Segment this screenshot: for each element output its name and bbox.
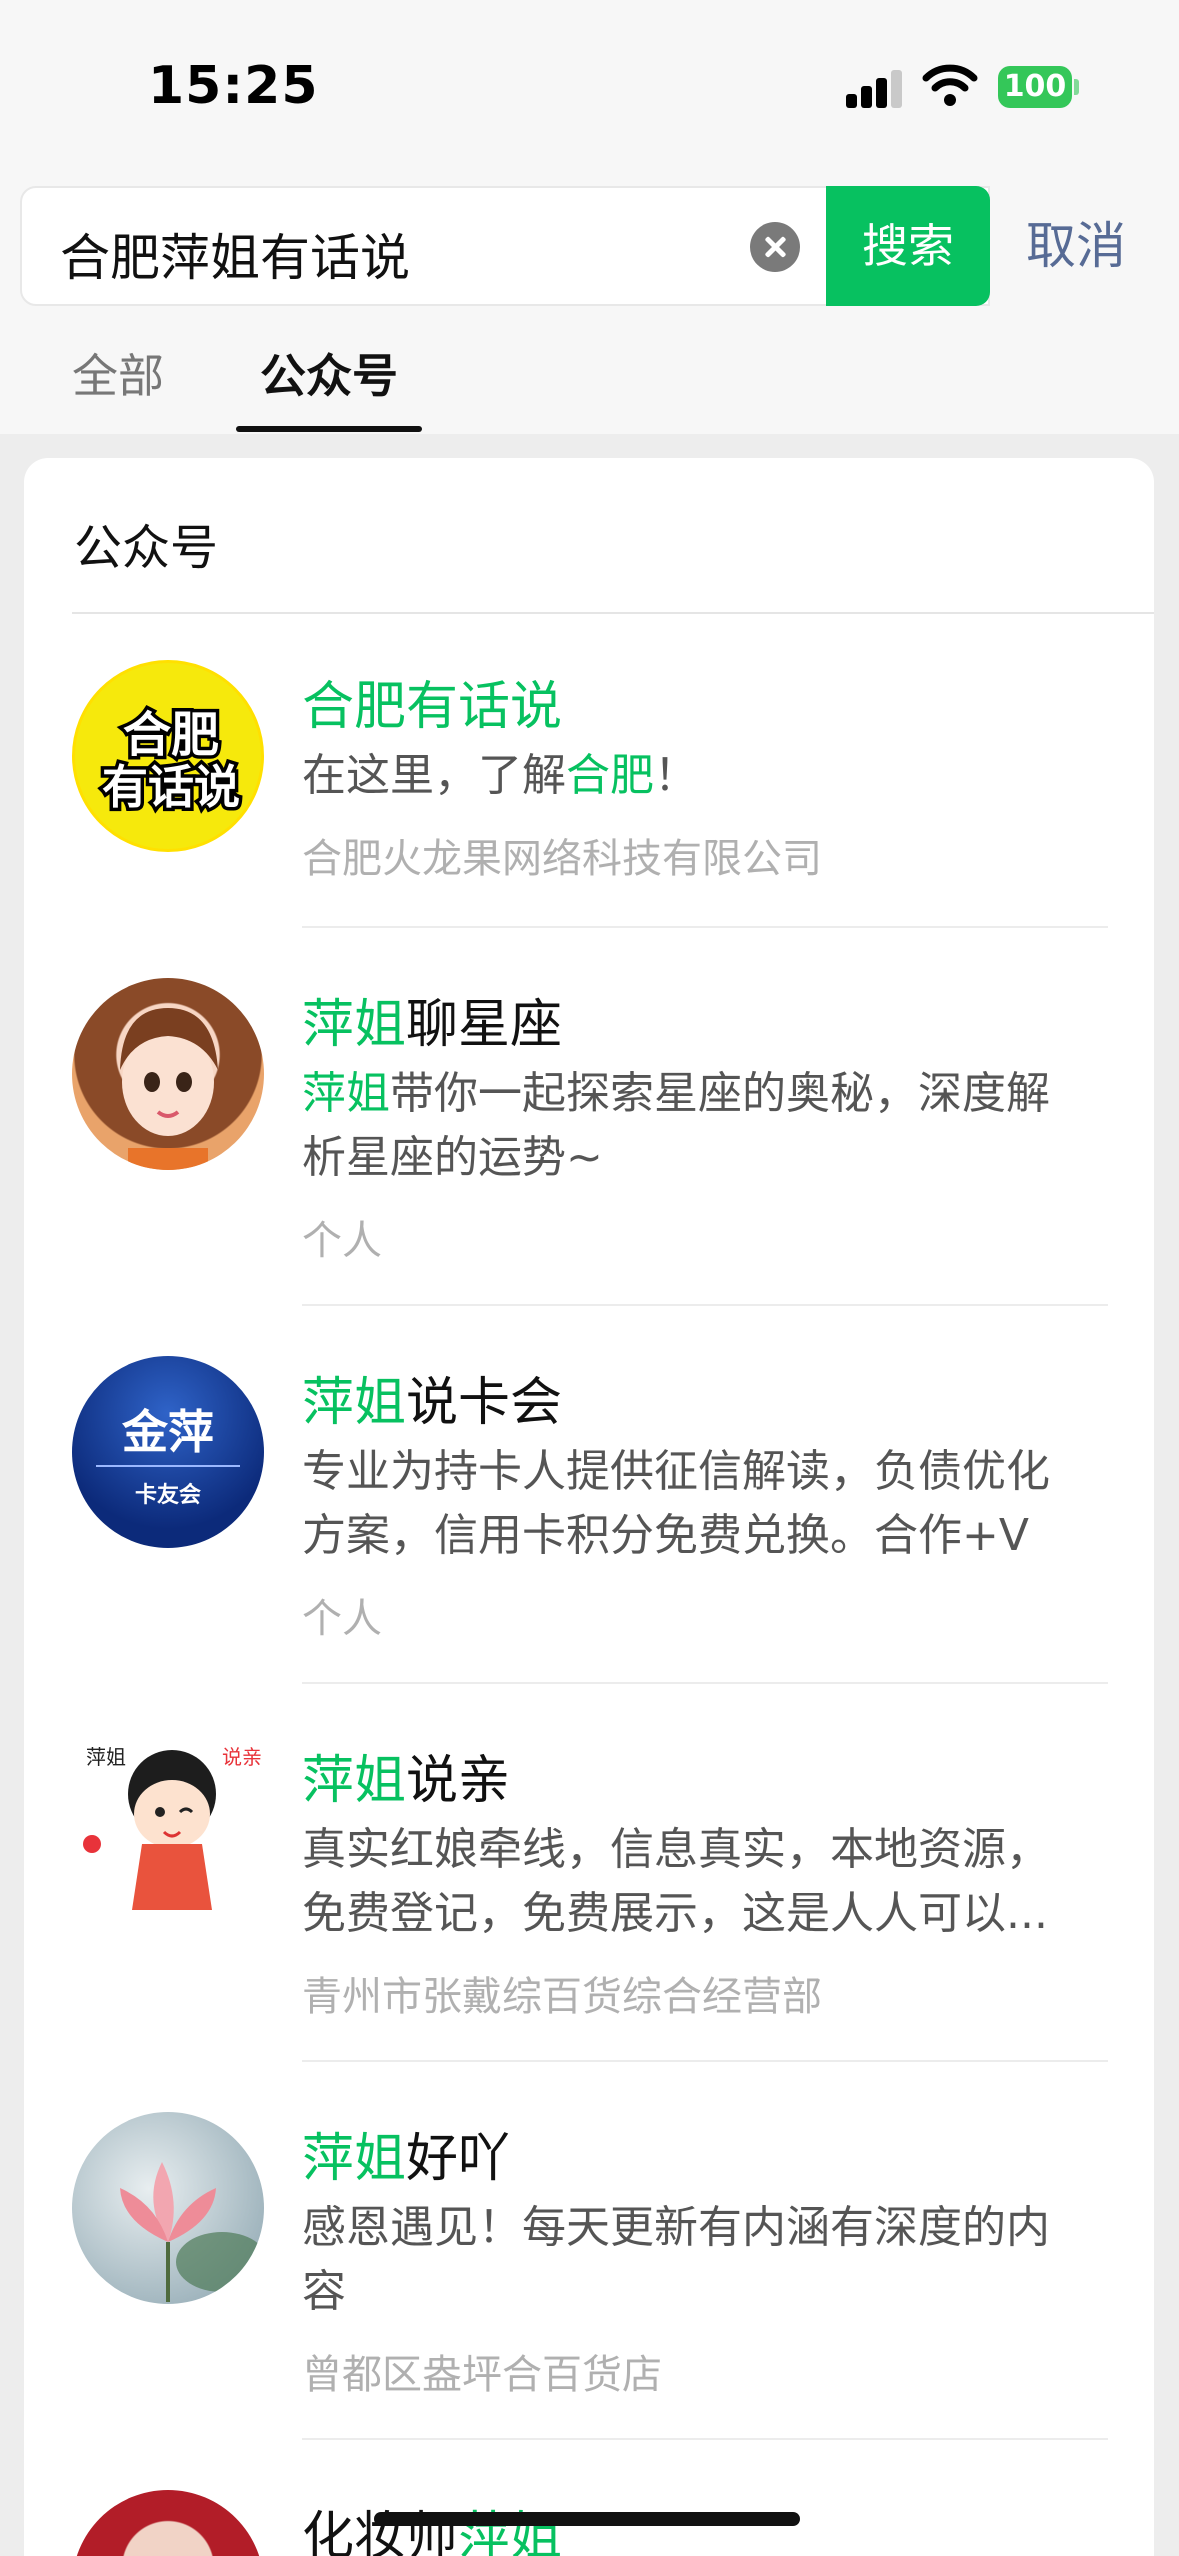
battery-icon: 100: [998, 66, 1079, 108]
search-button[interactable]: 搜索: [826, 186, 990, 306]
account-description: 专业为持卡人提供征信解读，负债优化 方案，信用卡积分免费兑换。合作+V: [302, 1446, 1050, 1561]
row-divider: [302, 926, 1108, 928]
avatar-text: 合肥: [123, 707, 219, 763]
results-card: 公众号 合肥 有话说 合肥有话说 在这里，了解合肥！ 合肥火龙果网络科技有限公司: [24, 458, 1154, 2556]
matchmaker-cartoon-avatar-icon: 萍姐 说亲: [72, 1734, 264, 1926]
avatar-text: 有话说: [102, 760, 240, 814]
hefei-youhuashuo-logo-icon: 合肥 有话说: [72, 660, 264, 852]
tab-all[interactable]: 全部: [72, 340, 164, 406]
account-owner: 合肥火龙果网络科技有限公司: [302, 836, 822, 882]
account-description: 真实红娘牵线，信息真实，本地资源， 免费登记，免费展示，这是人人可以...: [302, 1824, 1050, 1939]
row-divider: [302, 1304, 1108, 1306]
account-owner: 青州市张戴综百货综合经营部: [302, 1974, 822, 2020]
section-divider: [72, 612, 1154, 614]
account-owner: 曾都区盎坪合百货店: [302, 2352, 662, 2398]
account-description: 萍姐带你一起探索星座的奥秘，深度解 析星座的运势~: [302, 1068, 1050, 1183]
account-name[interactable]: 萍姐好吖: [302, 2116, 510, 2191]
cancel-button[interactable]: 取消: [1026, 186, 1126, 306]
avatar-text: 卡友会: [135, 1482, 201, 1508]
wifi-icon: [922, 64, 978, 106]
active-tab-indicator: [236, 426, 422, 432]
avatar-text: 萍姐: [86, 1745, 126, 1769]
row-divider: [302, 2438, 1108, 2440]
account-description: 在这里，了解合肥！: [302, 750, 698, 801]
row-divider: [302, 2060, 1108, 2062]
jinping-card-logo-icon: 金萍 卡友会: [72, 1356, 264, 1548]
status-time: 15:25: [148, 56, 319, 116]
woman-portrait-avatar-icon: [72, 2490, 264, 2556]
avatar-text: 金萍: [121, 1405, 214, 1459]
clear-icon[interactable]: [750, 222, 800, 272]
cellular-signal-icon: [846, 68, 904, 108]
account-name[interactable]: 萍姐聊星座: [302, 982, 562, 1057]
tab-official-accounts[interactable]: 公众号: [260, 340, 398, 406]
account-description: 感恩遇见！每天更新有内涵有深度的内 容: [302, 2202, 1050, 2317]
battery-level: 100: [998, 66, 1072, 108]
cartoon-girl-avatar-icon: [72, 978, 264, 1170]
avatar-text: 说亲: [222, 1745, 262, 1769]
row-divider: [302, 1682, 1108, 1684]
account-owner: 个人: [302, 1218, 382, 1264]
lotus-flower-avatar-icon: [72, 2112, 264, 2304]
search-query[interactable]: 合肥萍姐有话说: [60, 218, 410, 290]
account-owner: 个人: [302, 1596, 382, 1642]
home-indicator[interactable]: [374, 2512, 800, 2526]
account-name[interactable]: 萍姐说亲: [302, 1738, 510, 1813]
account-name[interactable]: 萍姐说卡会: [302, 1360, 562, 1435]
account-name[interactable]: 合肥有话说: [302, 664, 562, 739]
section-title: 公众号: [74, 520, 219, 576]
